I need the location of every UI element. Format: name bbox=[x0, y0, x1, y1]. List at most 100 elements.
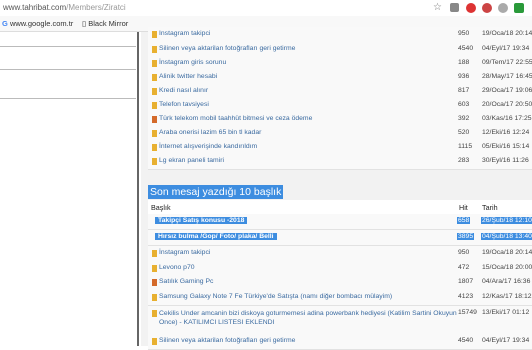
table-row[interactable]: Takipçi Satış konusu -2018 658 26/Şub/18 1… bbox=[148, 214, 532, 230]
topic-link[interactable]: Alinik twitter hesabi bbox=[159, 73, 217, 80]
topics-panel: Son mesaj yazdığı 10 başlık Başlık Hit T… bbox=[141, 27, 532, 350]
star-icon[interactable]: ☆ bbox=[433, 2, 442, 13]
left-pane bbox=[0, 32, 136, 346]
image-icon bbox=[152, 279, 157, 286]
post-date: 09/Tem/17 22:55 bbox=[482, 59, 532, 66]
topic-link[interactable]: Satılık Gaming Pc bbox=[159, 278, 213, 285]
adblock-icon[interactable] bbox=[466, 3, 476, 13]
post-date: 29/Oca/17 19:06 bbox=[482, 87, 532, 94]
topic-link[interactable]: Silinen veya aktarilan fotoğrafları geri… bbox=[159, 45, 295, 52]
folder-icon bbox=[152, 338, 157, 345]
url-text[interactable]: www.tahribat.com/Members/Ziratci bbox=[3, 3, 126, 12]
url-host: www.tahribat.com bbox=[3, 3, 67, 12]
topic-link[interactable]: Kredi nasıl alınır bbox=[159, 87, 208, 94]
table-row[interactable]: Samsung Galaxy Note 7 Fe Türkiye'de Satı… bbox=[148, 290, 532, 306]
section-title: Son mesaj yazdığı 10 başlık bbox=[148, 185, 284, 199]
hit-count: 4540 bbox=[458, 337, 474, 344]
google-icon: G bbox=[2, 19, 8, 28]
table-row[interactable]: Instagram takipci 950 19/Oca/18 20:14 bbox=[148, 27, 532, 43]
hit-count: 603 bbox=[458, 101, 470, 108]
extension-red-icon[interactable] bbox=[482, 3, 492, 13]
image-icon bbox=[152, 116, 157, 123]
post-date: 04/Eyl/17 19:34 bbox=[482, 45, 530, 52]
post-date: 04/Ara/17 16:36 bbox=[482, 278, 531, 285]
post-date: 13/Eki/17 01:12 bbox=[482, 309, 530, 316]
page-icon: ▯ bbox=[82, 19, 87, 28]
divider-line bbox=[0, 46, 136, 47]
topic-link[interactable]: Instagram takipci bbox=[159, 30, 210, 37]
post-date: 12/Eki/16 12:24 bbox=[482, 129, 530, 136]
folder-icon bbox=[152, 158, 157, 165]
column-title: Başlık bbox=[151, 203, 171, 212]
topic-link[interactable]: Levono p70 bbox=[159, 264, 195, 271]
table-header: Başlık Hit Tarih bbox=[148, 200, 532, 215]
hit-count: 283 bbox=[458, 157, 470, 164]
post-date: 15/Oca/18 20:00 bbox=[482, 264, 532, 271]
hit-count: 520 bbox=[458, 129, 470, 136]
extension-gray-icon[interactable] bbox=[498, 3, 508, 13]
table-row[interactable]: İnstagram takipci 950 19/Oca/18 20:14 bbox=[148, 246, 532, 262]
hit-count: 950 bbox=[458, 30, 470, 37]
post-date: 19/Oca/18 20:14 bbox=[482, 30, 532, 37]
bookmark-google[interactable]: G www.google.com.tr bbox=[2, 19, 73, 28]
table-row[interactable]: Hırsız bulma /Gop/ Foto/ plaka/ Belli 389… bbox=[148, 230, 532, 246]
post-date: 20/Oca/17 20:50 bbox=[482, 101, 532, 108]
hit-count: 15749 bbox=[458, 309, 477, 316]
hit-count: 4540 bbox=[458, 45, 474, 52]
hit-count: 817 bbox=[458, 87, 470, 94]
address-bar[interactable]: www.tahribat.com/Members/Ziratci ☆ bbox=[0, 0, 532, 17]
translate-icon[interactable] bbox=[450, 3, 459, 12]
topic-link[interactable]: Telefon tavsiyesi bbox=[159, 101, 209, 108]
folder-icon bbox=[152, 265, 157, 272]
topic-link[interactable]: Türk telekom mobil taahhüt bitmesi ve ce… bbox=[159, 115, 312, 122]
topic-link[interactable]: İnstagram takipci bbox=[159, 249, 210, 256]
table-row[interactable]: Silinen veya aktarilan fotoğrafları geri… bbox=[148, 334, 532, 350]
table-row[interactable]: Satılık Gaming Pc 1807 04/Ara/17 16:36 bbox=[148, 275, 532, 291]
topic-link[interactable]: Lg ekran paneli tamiri bbox=[159, 157, 224, 164]
column-date: Tarih bbox=[482, 203, 498, 212]
topic-link[interactable]: Cekilis Under amcanin bizi diskoya gotur… bbox=[159, 309, 459, 327]
table-row[interactable]: Lg ekran paneli tamiri 283 30/Eyl/16 11:26 bbox=[148, 154, 532, 170]
folder-icon bbox=[152, 144, 157, 151]
hit-count: 392 bbox=[458, 115, 470, 122]
post-date: 03/Kas/16 17:25 bbox=[482, 115, 532, 122]
topic-link[interactable]: İnternet alışverişinde kandırıldım bbox=[159, 143, 257, 150]
hit-count: 3895 bbox=[457, 233, 475, 240]
post-date: 19/Oca/18 20:14 bbox=[482, 249, 532, 256]
topic-link-selected[interactable]: Hırsız bulma /Gop/ Foto/ plaka/ Belli bbox=[155, 233, 277, 240]
hit-count: 1807 bbox=[458, 278, 474, 285]
folder-icon bbox=[152, 46, 157, 53]
hit-count: 936 bbox=[458, 73, 470, 80]
hit-count: 188 bbox=[458, 59, 470, 66]
folder-icon bbox=[152, 310, 157, 317]
topic-link-selected[interactable]: Takipçi Satış konusu -2018 bbox=[155, 217, 248, 224]
topic-link[interactable]: Araba onerisi lazim 65 bin tl kadar bbox=[159, 129, 261, 136]
post-date: 04/Eyl/17 19:34 bbox=[482, 337, 530, 344]
folder-icon bbox=[152, 31, 157, 38]
pane-divider[interactable] bbox=[137, 32, 139, 346]
url-path: /Members/Ziratci bbox=[66, 3, 126, 12]
topic-link[interactable]: Silinen veya aktarilan fotoğrafları geri… bbox=[159, 337, 295, 344]
extension-green-icon[interactable] bbox=[514, 3, 524, 13]
post-date: 04/Şub/18 13:40 bbox=[481, 233, 532, 240]
folder-icon bbox=[152, 74, 157, 81]
post-date: 05/Eki/16 15:14 bbox=[482, 143, 530, 150]
divider-line bbox=[0, 69, 136, 70]
hit-count: 950 bbox=[458, 249, 470, 256]
hit-count: 1115 bbox=[458, 143, 473, 150]
post-date: 12/Kas/17 18:12 bbox=[482, 293, 532, 300]
post-date: 28/May/17 16:45 bbox=[482, 73, 532, 80]
folder-icon bbox=[152, 250, 157, 257]
folder-icon bbox=[152, 294, 157, 301]
topic-link[interactable]: İnstagram giris sorunu bbox=[159, 59, 226, 66]
folder-icon bbox=[152, 102, 157, 109]
divider-line bbox=[0, 98, 136, 99]
hit-count: 658 bbox=[457, 217, 471, 224]
bookmark-black-mirror[interactable]: ▯ Black Mirror bbox=[82, 19, 128, 28]
column-hits: Hit bbox=[459, 203, 468, 212]
hit-count: 472 bbox=[458, 264, 470, 271]
topic-link[interactable]: Samsung Galaxy Note 7 Fe Türkiye'de Satı… bbox=[159, 293, 392, 300]
folder-icon bbox=[152, 130, 157, 137]
table-row[interactable]: Cekilis Under amcanin bizi diskoya gotur… bbox=[148, 306, 532, 335]
post-date: 26/Şub/18 12:10 bbox=[481, 217, 532, 224]
